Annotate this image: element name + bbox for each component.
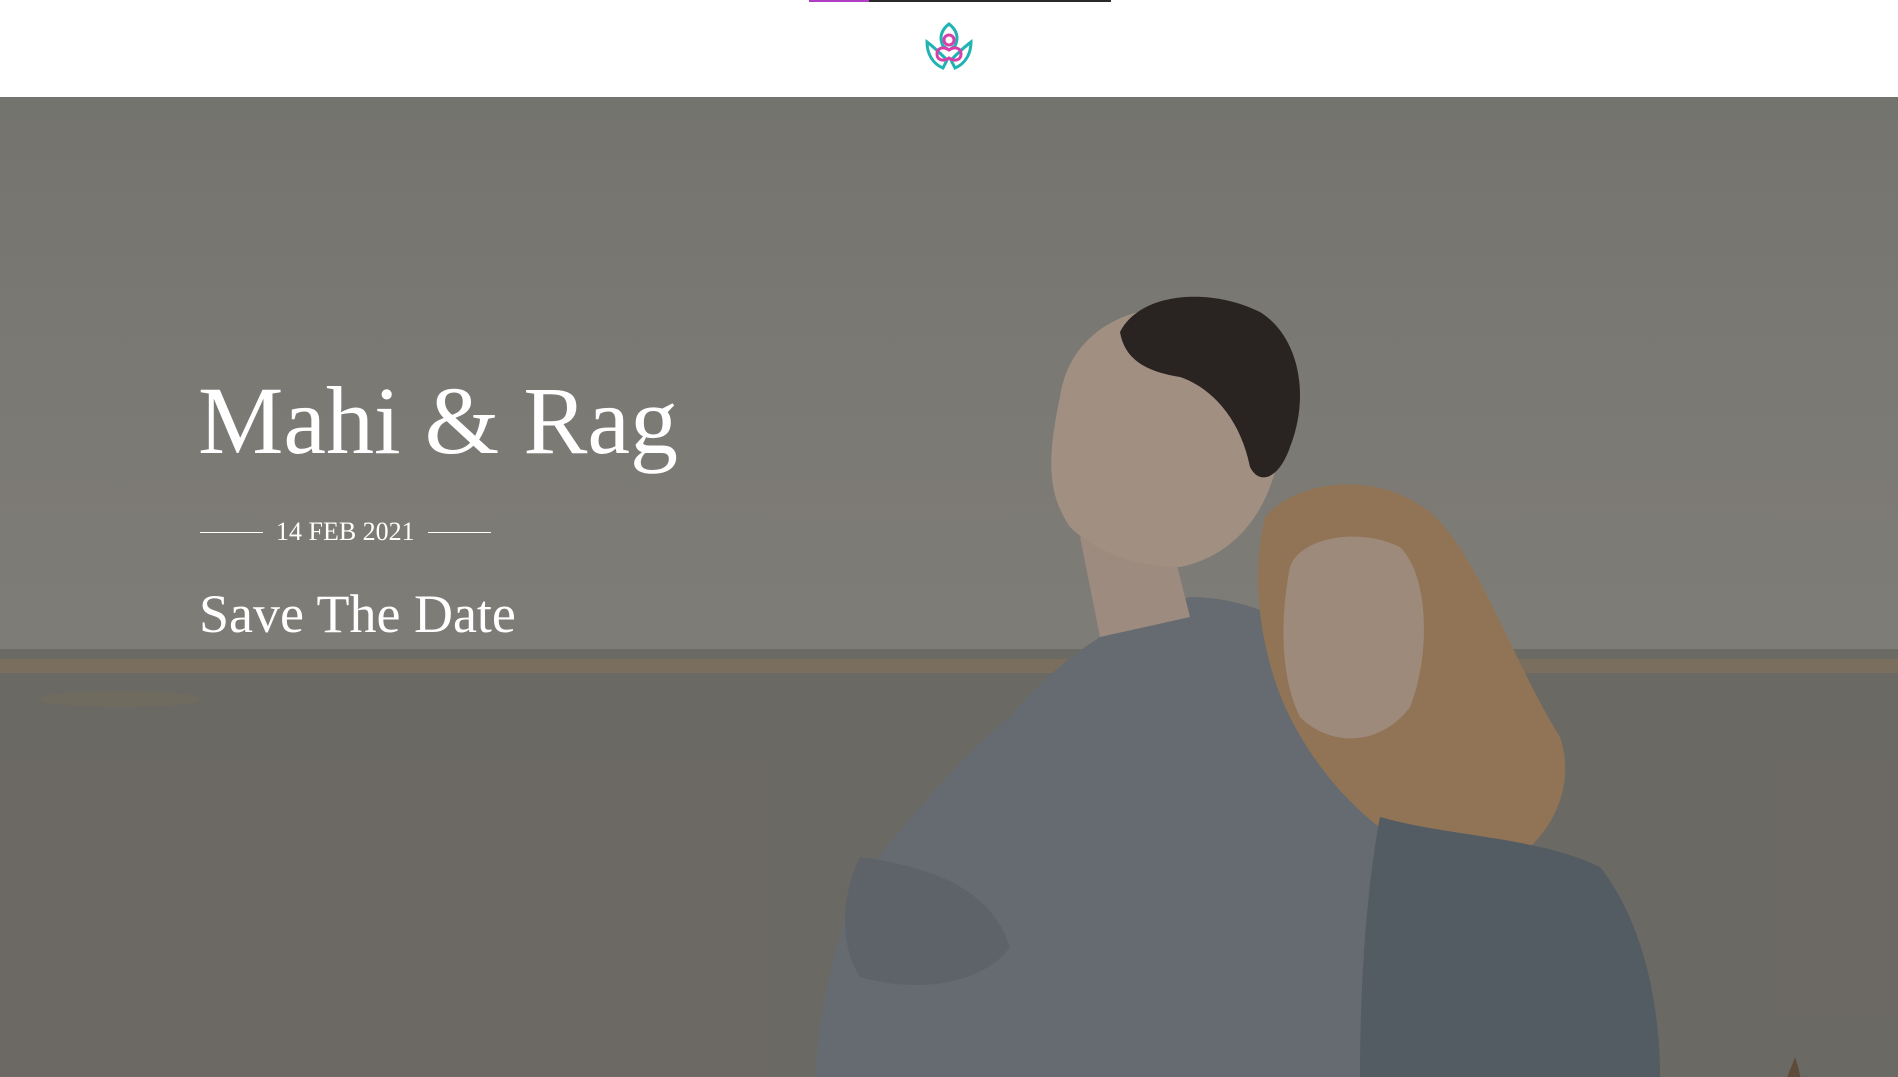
event-date: 14 FEB 2021 <box>276 517 415 546</box>
site-header <box>0 0 1898 97</box>
event-date-row: 14 FEB 2021 <box>200 517 491 547</box>
date-divider-right <box>427 531 491 533</box>
scroll-progress-bar <box>809 0 1111 2</box>
date-divider-left <box>200 531 263 533</box>
scroll-progress-fill <box>809 0 870 2</box>
lotus-logo-icon[interactable] <box>923 20 975 72</box>
couple-names-heading: Mahi & Rag <box>198 367 678 474</box>
save-the-date-tagline: Save The Date <box>199 584 516 644</box>
